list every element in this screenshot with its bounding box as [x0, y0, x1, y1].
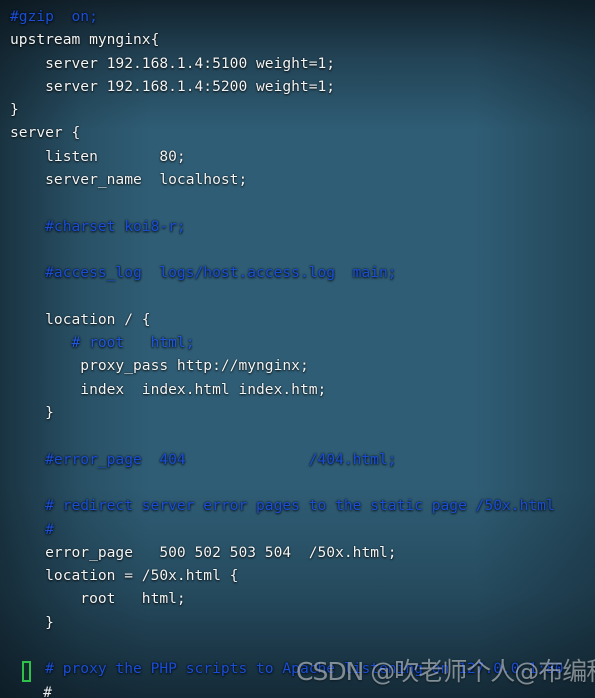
code-line[interactable]: # root html;: [0, 331, 595, 354]
code-line[interactable]: [0, 471, 595, 494]
code-line[interactable]: server 192.168.1.4:5100 weight=1;: [0, 52, 595, 75]
code-line[interactable]: #access_log logs/host.access.log main;: [0, 261, 595, 284]
code-line[interactable]: listen 80;: [0, 145, 595, 168]
code-line[interactable]: proxy_pass http://mynginx;: [0, 354, 595, 377]
code-line[interactable]: [0, 238, 595, 261]
code-line[interactable]: }: [0, 611, 595, 634]
terminal-screen: #gzip on; upstream mynginx{ server 192.1…: [0, 0, 595, 698]
code-line[interactable]: location / {: [0, 308, 595, 331]
code-line[interactable]: # redirect server error pages to the sta…: [0, 494, 595, 517]
code-line[interactable]: upstream mynginx{: [0, 28, 595, 51]
code-line[interactable]: }: [0, 98, 595, 121]
code-line[interactable]: #: [0, 518, 595, 541]
code-line[interactable]: index index.html index.htm;: [0, 378, 595, 401]
code-line[interactable]: [0, 634, 595, 657]
csdn-watermark: CSDN @吹老师个人@布编程教程: [296, 657, 595, 686]
code-line-partial: #: [8, 686, 52, 698]
code-line[interactable]: location = /50x.html {: [0, 564, 595, 587]
code-line[interactable]: server {: [0, 121, 595, 144]
code-line[interactable]: root html;: [0, 587, 595, 610]
code-line[interactable]: #charset koi8-r;: [0, 215, 595, 238]
code-line[interactable]: error_page 500 502 503 504 /50x.html;: [0, 541, 595, 564]
code-line[interactable]: server 192.168.1.4:5200 weight=1;: [0, 75, 595, 98]
code-line[interactable]: [0, 424, 595, 447]
code-line[interactable]: [0, 191, 595, 214]
code-line[interactable]: [0, 285, 595, 308]
code-line[interactable]: }: [0, 401, 595, 424]
code-editor-content[interactable]: #gzip on; upstream mynginx{ server 192.1…: [0, 0, 595, 681]
code-line[interactable]: #error_page 404 /404.html;: [0, 448, 595, 471]
text-cursor: [22, 661, 31, 682]
code-line[interactable]: #gzip on;: [0, 5, 595, 28]
code-line[interactable]: server_name localhost;: [0, 168, 595, 191]
